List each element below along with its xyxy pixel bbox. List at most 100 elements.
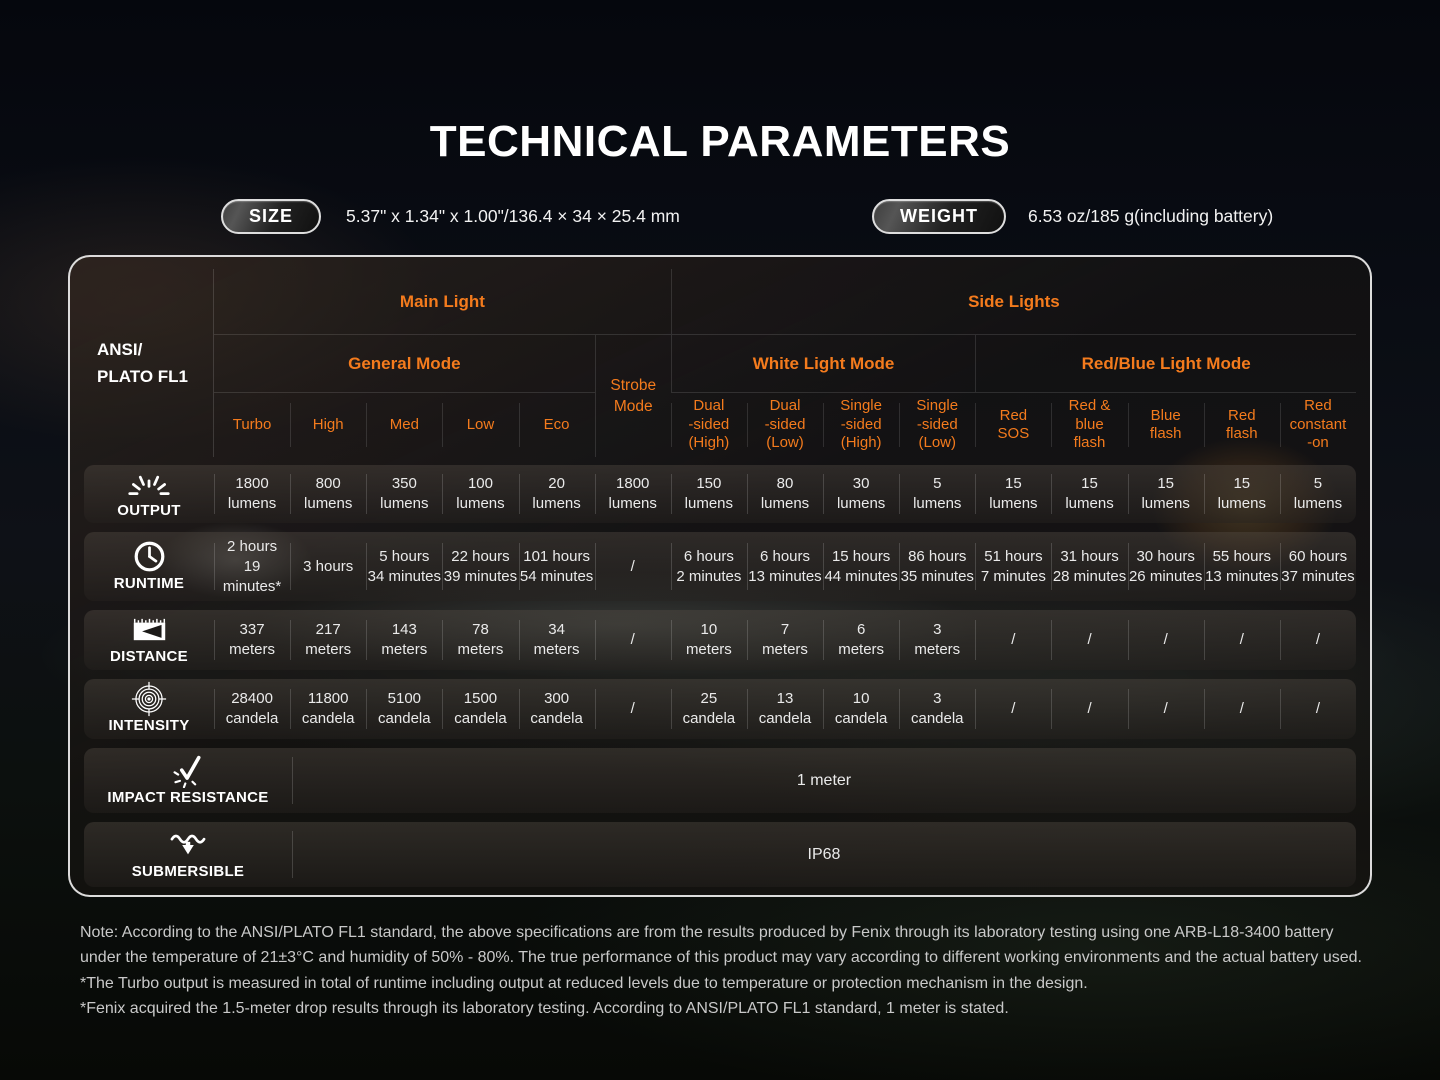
cell-line: 28 minutes [1053, 567, 1126, 587]
column-header-line: Single [840, 397, 882, 416]
cell-line: 7 minutes [981, 567, 1046, 587]
row-label: DISTANCE [110, 648, 188, 665]
cell-line: 31 hours [1060, 547, 1118, 567]
cell-line: lumens [1218, 494, 1266, 514]
weight-badge-label: WEIGHT [900, 206, 978, 227]
standard-line: PLATO FL1 [97, 367, 213, 387]
size-spec: SIZE 5.37" x 1.34" x 1.00"/136.4 × 34 × … [221, 199, 680, 234]
cell-line: meters [305, 640, 351, 660]
standard-line: ANSI/ [97, 340, 213, 360]
row-output: OUTPUT1800lumens800lumens350lumens100lum… [84, 465, 1356, 523]
cell-line: 217 [316, 620, 341, 640]
cell-intensity-14: / [1280, 679, 1356, 739]
note-paragraph: *Fenix acquired the 1.5-meter drop resul… [80, 996, 1368, 1021]
standard-name: ANSI/ PLATO FL1 [84, 269, 214, 457]
cell-line: 10 [701, 620, 718, 640]
cell-line: meters [458, 640, 504, 660]
cell-distance-0: 337meters [214, 610, 290, 670]
column-header-line: Med [390, 416, 419, 435]
cell-distance-5: / [595, 610, 671, 670]
column-header-line: (High) [841, 434, 882, 453]
cell-runtime-5: / [595, 532, 671, 601]
row-header: DISTANCE [84, 610, 214, 670]
cell-distance-13: / [1204, 610, 1280, 670]
cell-line: 1800 [616, 474, 649, 494]
cell-line: / [631, 699, 635, 719]
column-header-line: Red [1304, 397, 1332, 416]
cell-line: 2 minutes [676, 567, 741, 587]
cell-line: 13 minutes [1205, 567, 1278, 587]
column-header: Low [442, 393, 518, 457]
cell-line: 1 meter [797, 772, 851, 790]
cell-output-9: 5lumens [899, 465, 975, 523]
cell-output-11: 15lumens [1051, 465, 1127, 523]
cell-intensity-4: 300candela [519, 679, 595, 739]
cell-line: 150 [696, 474, 721, 494]
cell-distance-3: 78meters [442, 610, 518, 670]
cell-line: / [1087, 699, 1091, 719]
row-header: INTENSITY [84, 679, 214, 739]
cell-line: meters [229, 640, 275, 660]
cell-runtime-0: 2 hours19 minutes* [214, 532, 290, 601]
weight-value: 6.53 oz/185 g(including battery) [1028, 206, 1273, 227]
cell-runtime-11: 31 hours28 minutes [1051, 532, 1127, 601]
column-header: Red &blueflash [1051, 393, 1127, 457]
row-impact: IMPACT RESISTANCE1 meter [84, 748, 1356, 813]
cell-line: lumens [1065, 494, 1113, 514]
column-header: Redconstant-on [1280, 393, 1356, 457]
cell-line: / [1316, 699, 1320, 719]
cell-line: 15 [1081, 474, 1098, 494]
cell-line: candela [759, 709, 812, 729]
cell-distance-10: / [975, 610, 1051, 670]
cell-line: 1500 [464, 689, 497, 709]
cell-line: / [1164, 699, 1168, 719]
cell-line: 44 minutes [824, 567, 897, 587]
cell-runtime-4: 101 hours54 minutes [519, 532, 595, 601]
cell-line: 80 [777, 474, 794, 494]
cell-line: 20 [548, 474, 565, 494]
cell-distance-2: 143meters [366, 610, 442, 670]
strobe-mode-line: Strobe [610, 375, 656, 396]
column-header: Dual-sided(High) [671, 393, 747, 457]
row-submersible: SUBMERSIBLEIP68 [84, 822, 1356, 887]
cell-output-0: 1800lumens [214, 465, 290, 523]
column-header-line: Red [1228, 407, 1256, 426]
cell-line: 15 [1157, 474, 1174, 494]
cell-line: 11800 [308, 689, 349, 709]
cell-line: candela [911, 709, 964, 729]
cell-line: meters [914, 640, 960, 660]
cell-line: candela [302, 709, 355, 729]
cell-runtime-7: 6 hours13 minutes [747, 532, 823, 601]
sun-icon [127, 469, 171, 499]
weight-spec: WEIGHT 6.53 oz/185 g(including battery) [872, 199, 1273, 234]
column-header: Turbo [214, 393, 290, 457]
cell-output-7: 80lumens [747, 465, 823, 523]
cell-line: lumens [837, 494, 885, 514]
row-label: OUTPUT [117, 502, 180, 519]
cell-intensity-12: / [1128, 679, 1204, 739]
cell-line: meters [762, 640, 808, 660]
cell-intensity-6: 25candela [671, 679, 747, 739]
cell-line: lumens [228, 494, 276, 514]
cell-intensity-7: 13candela [747, 679, 823, 739]
cell-line: / [631, 557, 635, 577]
cell-intensity-3: 1500candela [442, 679, 518, 739]
cell-line: 26 minutes [1129, 567, 1202, 587]
cell-output-14: 5lumens [1280, 465, 1356, 523]
flag-icon [131, 615, 168, 645]
row-distance: DISTANCE337meters217meters143meters78met… [84, 610, 1356, 670]
column-header: Single-sided(Low) [899, 393, 975, 457]
cell-line: lumens [913, 494, 961, 514]
column-header-line: (Low) [919, 434, 957, 453]
size-badge-label: SIZE [249, 206, 293, 227]
cell-intensity-9: 3candela [899, 679, 975, 739]
column-header-line: Eco [544, 416, 570, 435]
column-header: Blueflash [1128, 393, 1204, 457]
cell-intensity-5: / [595, 679, 671, 739]
cell-line: 37 minutes [1281, 567, 1354, 587]
column-header-line: constant [1290, 416, 1347, 435]
column-header-line: -sided [765, 416, 806, 435]
cell-line: 60 hours [1289, 547, 1347, 567]
cell-line: 800 [316, 474, 341, 494]
cell-line: candela [530, 709, 583, 729]
